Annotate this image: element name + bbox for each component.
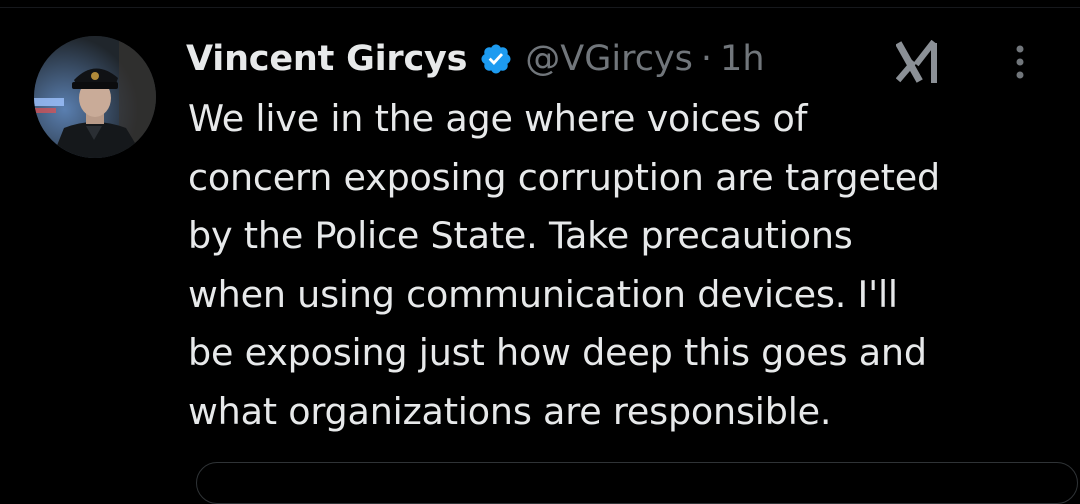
verified-badge-icon xyxy=(479,42,513,76)
embedded-card[interactable] xyxy=(196,462,1078,504)
timestamp[interactable]: 1h xyxy=(720,39,764,79)
tweet-text: We live in the age where voices of conce… xyxy=(188,97,940,433)
separator-dot: · xyxy=(700,39,713,79)
tweet[interactable]: Vincent Gircys @VGircys · 1h We live in … xyxy=(0,0,1080,504)
author-name[interactable]: Vincent Gircys xyxy=(186,39,467,79)
author-handle[interactable]: @VGircys xyxy=(525,39,693,79)
police-officer-avatar-icon xyxy=(34,36,156,158)
avatar[interactable] xyxy=(34,36,156,158)
more-vertical-icon[interactable] xyxy=(1008,42,1032,82)
grok-icon[interactable] xyxy=(895,39,944,84)
